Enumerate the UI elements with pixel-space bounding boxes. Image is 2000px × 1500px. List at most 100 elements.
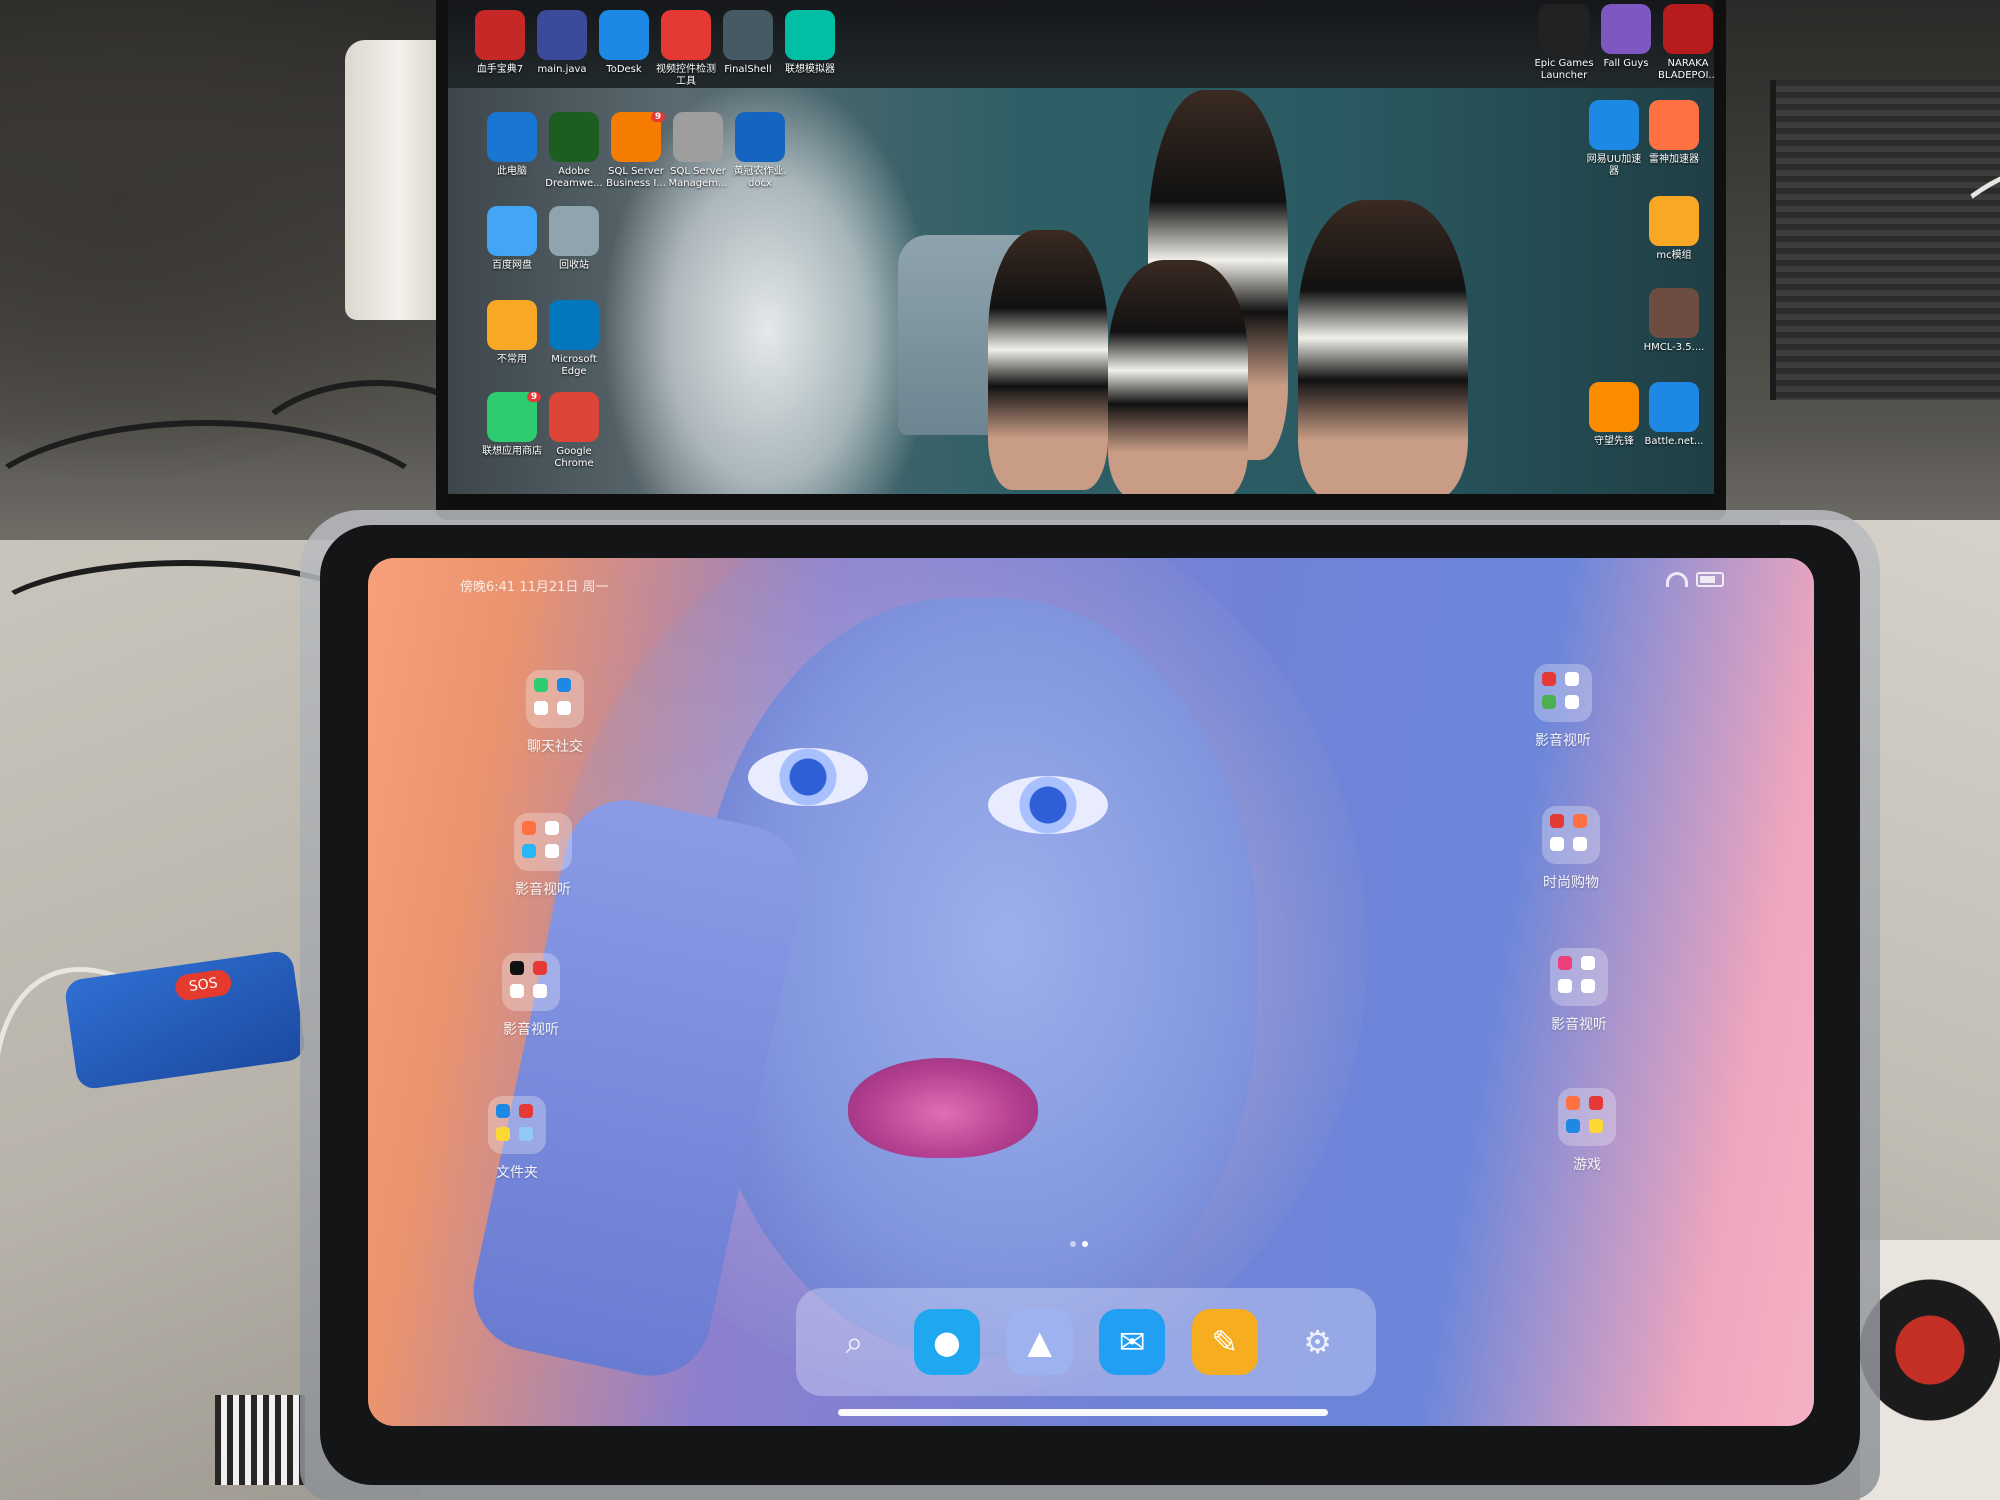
page-dot[interactable]: [1070, 1241, 1076, 1247]
desktop-shortcut-label: Battle.net...: [1644, 436, 1704, 447]
mini-app-icon: [522, 844, 536, 858]
desktop-shortcut-label: 回收站: [559, 260, 589, 271]
folder-icon: [502, 953, 560, 1011]
sql-server-management-icon: [673, 112, 723, 162]
folder-name: 影音视听: [1551, 1017, 1607, 1033]
blood-hand-icon: [475, 10, 525, 60]
desktop-shortcut[interactable]: Google Chrome: [538, 392, 610, 470]
naraka-icon: [1663, 4, 1713, 54]
page-indicator: [1070, 1241, 1088, 1247]
wallpaper-lips: [848, 1058, 1038, 1158]
folder-name: 影音视听: [1535, 733, 1591, 749]
desktop-shortcut-label: Microsoft Edge: [551, 354, 597, 377]
folder-icon: [487, 300, 537, 350]
app-folder[interactable]: 文件夹: [472, 1096, 562, 1182]
folder-name: 时尚购物: [1543, 875, 1599, 891]
search-icon[interactable]: ⌕: [821, 1309, 887, 1375]
mini-app-icon: [545, 821, 559, 835]
desktop-shortcut[interactable]: NARAKA BLADEPOI...: [1652, 4, 1714, 82]
video-tool-icon: [661, 10, 711, 60]
mini-app-icon: [1573, 814, 1587, 828]
mini-app-icon: [557, 701, 571, 715]
gallery-icon[interactable]: ▲: [1006, 1309, 1073, 1375]
mini-app-icon: [533, 984, 547, 998]
qr-code: [215, 1395, 305, 1485]
folder-icon: [1649, 196, 1699, 246]
page-dot[interactable]: [1082, 1241, 1088, 1247]
mini-app-icon: [496, 1104, 510, 1118]
sql-server-bi-icon: 9: [611, 112, 666, 162]
battery-icon: [1696, 572, 1724, 587]
mini-app-icon: [1542, 695, 1556, 709]
wifi-icon: [1666, 572, 1688, 587]
desktop-shortcut-label: HMCL-3.5....: [1643, 342, 1705, 353]
edge-icon: [549, 300, 599, 350]
finalshell-icon: [723, 10, 773, 60]
desktop-shortcut[interactable]: Microsoft Edge: [538, 300, 610, 378]
mini-app-icon: [534, 678, 548, 692]
app-folder[interactable]: 影音视听: [1534, 948, 1624, 1034]
messages-icon[interactable]: ●: [913, 1309, 980, 1375]
eye-sticker: [1860, 1240, 2000, 1500]
app-folder[interactable]: 影音视听: [498, 813, 588, 899]
emulator-icon: [785, 10, 835, 60]
minecraft-icon: [1649, 288, 1699, 338]
mail-icon[interactable]: ✉: [1099, 1309, 1166, 1375]
app-folder[interactable]: 影音视听: [486, 953, 576, 1039]
baidu-netdisk-icon: [487, 206, 537, 256]
desktop-shortcut[interactable]: Battle.net...: [1638, 382, 1710, 448]
notes-icon[interactable]: ✎: [1191, 1309, 1258, 1375]
mini-app-icon: [1550, 814, 1564, 828]
desktop-shortcut[interactable]: 雷神加速器: [1638, 100, 1710, 166]
wallpaper-figure: [1298, 200, 1468, 500]
mini-app-icon: [545, 844, 559, 858]
app-folder[interactable]: 游戏: [1542, 1088, 1632, 1174]
folder-icon: [1558, 1088, 1616, 1146]
uu-accelerator-icon: [1589, 100, 1639, 150]
epic-games-icon: [1539, 4, 1589, 54]
mini-app-icon: [1565, 672, 1579, 686]
desktop-shortcut[interactable]: 联想模拟器: [774, 10, 846, 76]
mini-app-icon: [1566, 1119, 1580, 1133]
mini-app-icon: [519, 1104, 533, 1118]
desktop-shortcut[interactable]: 回收站: [538, 206, 610, 272]
folder-icon: [1550, 948, 1608, 1006]
status-time: 傍晚6:41 11月21日 周一: [460, 580, 609, 595]
lenovo-store-icon: 9: [487, 392, 542, 442]
app-folder[interactable]: 时尚购物: [1526, 806, 1616, 892]
desktop-shortcut[interactable]: 黄冠农作业. docx: [724, 112, 796, 190]
home-indicator[interactable]: [838, 1409, 1328, 1416]
settings-icon[interactable]: ⚙: [1285, 1309, 1351, 1375]
desktop-shortcut-label: 联想模拟器: [785, 64, 835, 75]
folder-name: 聊天社交: [527, 739, 583, 755]
mini-app-icon: [1542, 672, 1556, 686]
mini-app-icon: [1565, 695, 1579, 709]
mini-app-icon: [510, 961, 524, 975]
overwatch-icon: [1589, 382, 1639, 432]
eclipse-icon: [537, 10, 587, 60]
monitor-screen: 血手宝典7 main.java ToDesk 视频控件检测 工具 FinalShell 联…: [448, 0, 1714, 508]
desktop-shortcut[interactable]: mc模组: [1638, 196, 1710, 262]
desktop-shortcut[interactable]: HMCL-3.5....: [1638, 288, 1710, 354]
mini-app-icon: [1550, 837, 1564, 851]
wallpaper-figure: [1108, 260, 1248, 500]
mini-app-icon: [1566, 1096, 1580, 1110]
dreamweaver-icon: [549, 112, 599, 162]
fall-guys-icon: [1601, 4, 1651, 54]
mini-app-icon: [1558, 979, 1572, 993]
folder-icon: [488, 1096, 546, 1154]
battlenet-icon: [1649, 382, 1699, 432]
app-folder[interactable]: 聊天社交: [510, 670, 600, 756]
desktop-shortcut-label: NARAKA BLADEPOI...: [1658, 58, 1714, 81]
folder-name: 影音视听: [503, 1022, 559, 1038]
mini-app-icon: [1581, 979, 1595, 993]
folder-icon: [1542, 806, 1600, 864]
app-folder[interactable]: 影音视听: [1518, 664, 1608, 750]
mini-app-icon: [510, 984, 524, 998]
leishen-icon: [1649, 100, 1699, 150]
mini-app-icon: [1581, 956, 1595, 970]
folder-name: 游戏: [1573, 1157, 1601, 1173]
folder-icon: [1534, 664, 1592, 722]
status-icons: [1666, 572, 1724, 587]
mini-app-icon: [1558, 956, 1572, 970]
